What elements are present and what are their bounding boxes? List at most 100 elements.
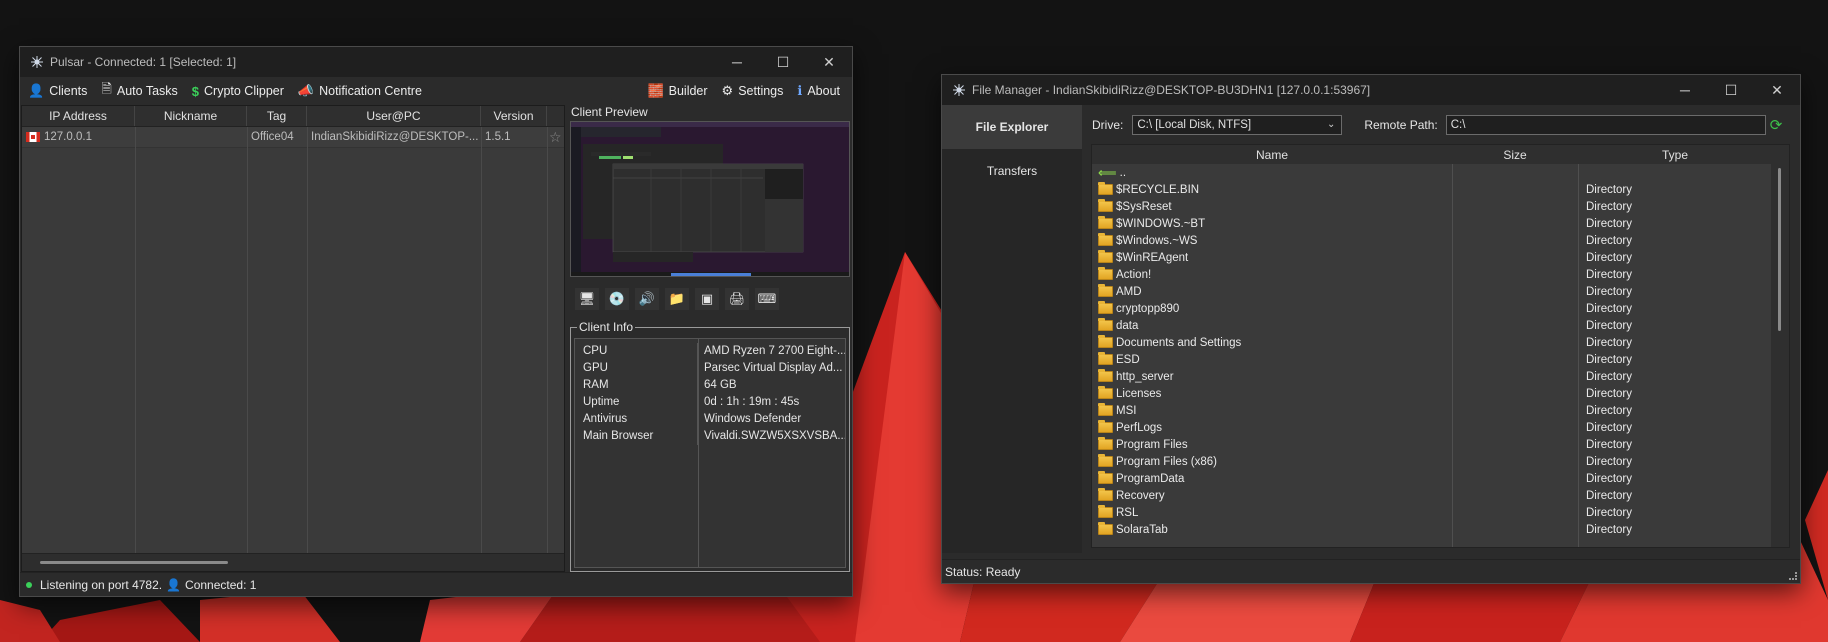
client-ip-cell: 127.0.0.1 [22, 127, 135, 147]
remote-path-input[interactable]: C:\ [1445, 115, 1766, 135]
menu-clients-label: Clients [49, 84, 88, 98]
list-item[interactable]: $Windows.~WS Directory [1092, 232, 1789, 249]
menu-about[interactable]: ℹ About [797, 83, 840, 99]
menu-builder-label: Builder [668, 84, 708, 98]
info-icon: ℹ [797, 83, 803, 98]
vertical-scrollbar[interactable] [1771, 164, 1789, 547]
list-item[interactable]: Licenses Directory [1092, 385, 1789, 402]
list-item[interactable]: http_server Directory [1092, 368, 1789, 385]
tab-file-explorer[interactable]: File Explorer [942, 105, 1082, 149]
webcam-icon[interactable]: 💿 [604, 287, 630, 311]
list-item[interactable]: Program Files Directory [1092, 436, 1789, 453]
list-item[interactable]: $SysReset Directory [1092, 198, 1789, 215]
minimize-button[interactable]: ─ [1662, 75, 1708, 105]
file-type: Directory [1586, 472, 1633, 485]
client-row[interactable]: 127.0.0.1 Office04 IndianSkibidiRizz@DES… [22, 127, 564, 148]
close-button[interactable]: ✕ [806, 47, 852, 77]
info-key: Antivirus [575, 411, 698, 428]
list-item[interactable]: Documents and Settings Directory [1092, 334, 1789, 351]
list-item[interactable]: MSI Directory [1092, 402, 1789, 419]
tab-transfers[interactable]: Transfers [942, 149, 1082, 193]
file-list[interactable]: Name Size Type ⟸.. $RECYCLE.BIN Directory… [1091, 144, 1790, 548]
remote-shell-icon[interactable]: ▣ [694, 287, 720, 311]
file-type: Directory [1586, 438, 1633, 451]
file-manager-titlebar[interactable]: File Manager - IndianSkibidiRizz@DESKTOP… [942, 75, 1800, 105]
file-name: PerfLogs [1116, 421, 1163, 434]
file-name: ESD [1116, 353, 1140, 366]
list-item[interactable]: data Directory [1092, 317, 1789, 334]
client-info-legend: Client Info [577, 320, 636, 334]
menu-settings[interactable]: ⚙ Settings [722, 83, 784, 99]
pulsar-app-icon [953, 84, 965, 96]
list-item[interactable]: PerfLogs Directory [1092, 419, 1789, 436]
header-name[interactable]: Name [1092, 145, 1452, 164]
horizontal-scrollbar[interactable] [22, 553, 564, 571]
file-type: Directory [1586, 285, 1633, 298]
menu-clients[interactable]: 👤 Clients [28, 83, 87, 99]
scrollbar-thumb[interactable] [40, 561, 228, 564]
remote-desktop-icon[interactable]: 🖥 [574, 287, 600, 311]
client-preview-screenshot[interactable] [570, 121, 850, 277]
list-item[interactable]: Program Files (x86) Directory [1092, 453, 1789, 470]
column-divider [1452, 164, 1453, 547]
list-item[interactable]: Action! Directory [1092, 266, 1789, 283]
header-user-pc[interactable]: User@PC [307, 106, 481, 126]
list-item[interactable]: SolaraTab Directory [1092, 521, 1789, 538]
file-name: $RECYCLE.BIN [1116, 183, 1200, 196]
list-item[interactable]: $RECYCLE.BIN Directory [1092, 181, 1789, 198]
list-item[interactable]: $WinREAgent Directory [1092, 249, 1789, 266]
maximize-button[interactable]: ☐ [1708, 75, 1754, 105]
menu-auto-tasks[interactable]: 🗎 Auto Tasks [101, 80, 177, 102]
list-item-parent[interactable]: ⟸.. [1092, 164, 1789, 181]
file-name: Documents and Settings [1116, 336, 1242, 349]
pulsar-titlebar[interactable]: Pulsar - Connected: 1 [Selected: 1] ─ ☐ … [20, 47, 852, 77]
file-type: Directory [1586, 506, 1633, 519]
system-info-icon[interactable]: 🖨 [724, 287, 750, 311]
refresh-icon[interactable]: ⟳ [1770, 116, 1783, 134]
scrollbar-thumb[interactable] [1778, 168, 1781, 331]
file-explorer-panel: Drive: C:\ [Local Disk, NTFS] ⌄ Remote P… [1082, 105, 1800, 553]
minimize-button[interactable]: ─ [714, 47, 760, 77]
header-tag[interactable]: Tag [247, 106, 307, 126]
list-item[interactable]: $WINDOWS.~BT Directory [1092, 215, 1789, 232]
folder-icon [1098, 318, 1113, 331]
client-version: 1.5.1 [485, 131, 511, 143]
header-size[interactable]: Size [1452, 145, 1578, 164]
client-preview-panel: Client Preview 🖥 💿 🔊 📁 ▣ 🖨 ⌨ Client Info… [568, 105, 852, 572]
header-ip-address[interactable]: IP Address [22, 106, 135, 126]
client-list[interactable]: IP Address Nickname Tag User@PC Version … [21, 105, 565, 572]
info-column-divider [698, 339, 699, 567]
list-item[interactable]: ESD Directory [1092, 351, 1789, 368]
file-manager-icon[interactable]: 📁 [664, 287, 690, 311]
resize-grip-icon[interactable] [1789, 572, 1797, 580]
file-size [1452, 351, 1578, 368]
header-type[interactable]: Type [1578, 145, 1772, 164]
file-name: cryptopp890 [1116, 302, 1180, 315]
file-type: Directory [1586, 523, 1633, 536]
list-item[interactable]: AMD Directory [1092, 283, 1789, 300]
audio-icon[interactable]: 🔊 [634, 287, 660, 311]
header-version[interactable]: Version [481, 106, 547, 126]
canada-flag-icon [26, 132, 40, 142]
list-item[interactable]: cryptopp890 Directory [1092, 300, 1789, 317]
menu-builder[interactable]: 🧱 Builder [647, 83, 707, 99]
file-type: Directory [1586, 200, 1633, 213]
header-nickname[interactable]: Nickname [135, 106, 247, 126]
favorite-star-icon[interactable]: ☆ [547, 127, 564, 147]
folder-icon [1098, 267, 1113, 280]
keylogger-icon[interactable]: ⌨ [754, 287, 780, 311]
drive-select[interactable]: C:\ [Local Disk, NTFS] ⌄ [1132, 115, 1343, 135]
file-size [1452, 181, 1578, 198]
client-info-table[interactable]: CPU AMD Ryzen 7 2700 Eight-... GPU Parsec … [574, 338, 846, 568]
file-name: Program Files [1116, 438, 1188, 451]
remote-path-label: Remote Path: [1364, 118, 1438, 132]
tasks-icon: 🗎 [101, 81, 112, 96]
list-item[interactable]: RSL Directory [1092, 504, 1789, 521]
menu-crypto-clipper[interactable]: $ Crypto Clipper [192, 84, 284, 99]
menu-notification-centre[interactable]: 📣 Notification Centre [298, 83, 422, 99]
list-item[interactable]: Recovery Directory [1092, 487, 1789, 504]
maximize-button[interactable]: ☐ [760, 47, 806, 77]
close-button[interactable]: ✕ [1754, 75, 1800, 105]
list-item[interactable]: ProgramData Directory [1092, 470, 1789, 487]
info-row-ram: RAM 64 GB [575, 377, 845, 394]
